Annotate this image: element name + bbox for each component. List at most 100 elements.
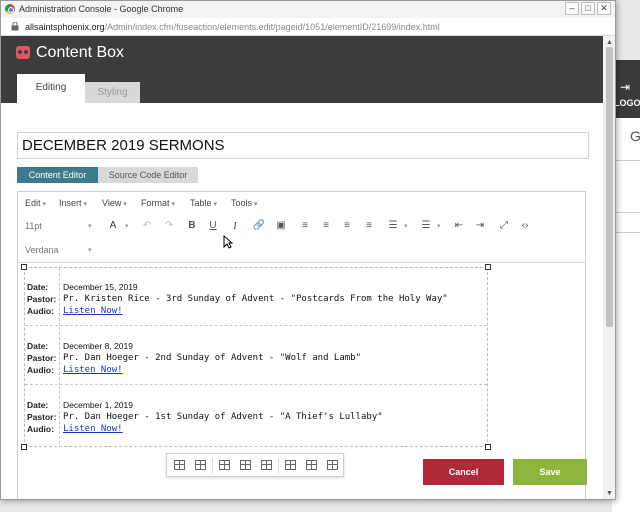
sermon-date: December 15, 2019 — [63, 282, 138, 292]
content-box-icon — [16, 46, 30, 59]
logout-icon[interactable]: ⇥ — [620, 80, 630, 94]
mouse-cursor-icon — [223, 235, 233, 249]
sermon-title: Pr. Dan Hoeger - 2nd Sunday of Advent - … — [63, 353, 362, 363]
delete-column-icon[interactable] — [327, 460, 338, 470]
save-button[interactable]: Save — [513, 459, 587, 485]
toolbar-divider — [278, 458, 279, 474]
cancel-button[interactable]: Cancel — [423, 459, 504, 485]
tab-editing[interactable]: Editing — [17, 74, 85, 103]
table-row[interactable]: Date: December 15, 2019 Pastor: Pr. Kris… — [25, 268, 487, 326]
chevron-down-icon[interactable]: ▾ — [88, 222, 92, 230]
chevron-down-icon[interactable]: ▾ — [88, 246, 92, 254]
pastor-label: Pastor: — [27, 294, 57, 304]
sermons-table[interactable]: Date: December 15, 2019 Pastor: Pr. Kris… — [24, 267, 488, 447]
align-center-icon[interactable]: ≡ — [319, 219, 333, 233]
page-title: Content Box — [36, 44, 125, 61]
numbered-list-icon[interactable]: ☰ — [419, 219, 433, 233]
source-code-editor-button[interactable]: Source Code Editor — [98, 167, 198, 183]
insert-row-after-icon[interactable] — [240, 460, 251, 470]
delete-row-icon[interactable] — [261, 460, 272, 470]
sermon-date: December 1, 2019 — [63, 400, 133, 410]
listen-now-link[interactable]: Listen Now! — [63, 423, 123, 435]
tab-styling[interactable]: Styling — [85, 82, 140, 103]
align-right-icon[interactable]: ≡ — [340, 219, 354, 233]
font-size-select[interactable]: 11pt — [25, 221, 42, 231]
menu-format[interactable]: Format — [141, 198, 175, 208]
resize-handle[interactable] — [21, 444, 27, 450]
lock-icon — [11, 22, 19, 31]
maximize-icon[interactable]: □ — [581, 2, 595, 15]
background-divider — [612, 212, 640, 213]
window-titlebar[interactable]: Administration Console - Google Chrome –… — [1, 1, 615, 18]
logout-link[interactable]: LOGOUT — [614, 98, 640, 108]
background-divider — [612, 232, 640, 233]
chevron-down-icon[interactable]: ▾ — [404, 222, 408, 230]
content-editor-button[interactable]: Content Editor — [17, 167, 98, 183]
listen-now-link[interactable]: Listen Now! — [63, 364, 123, 376]
audio-label: Audio: — [27, 424, 54, 434]
undo-icon[interactable]: ↶ — [140, 219, 154, 233]
delete-table-icon[interactable] — [195, 460, 206, 470]
pastor-label: Pastor: — [27, 353, 57, 363]
resize-handle[interactable] — [485, 444, 491, 450]
italic-icon[interactable]: I — [228, 219, 242, 233]
indent-icon[interactable]: ⇥ — [473, 219, 487, 233]
audio-label: Audio: — [27, 306, 54, 316]
scroll-down-icon[interactable]: ▼ — [606, 490, 613, 497]
link-icon[interactable]: 🔗 — [252, 219, 266, 233]
menu-insert[interactable]: Insert — [59, 198, 87, 208]
pastor-label: Pastor: — [27, 412, 57, 422]
table-row[interactable]: Date: December 8, 2019 Pastor: Pr. Dan H… — [25, 327, 487, 385]
chevron-down-icon[interactable]: ▾ — [437, 222, 441, 230]
date-label: Date: — [27, 400, 49, 410]
align-justify-icon[interactable]: ≡ — [362, 219, 376, 233]
source-code-icon[interactable]: ‹› — [518, 219, 532, 233]
table-row[interactable]: Date: December 1, 2019 Pastor: Pr. Dan H… — [25, 386, 487, 444]
date-label: Date: — [27, 341, 49, 351]
editor-toolbar-secondary: Verdana ▾ — [18, 238, 585, 263]
fullscreen-icon[interactable]: ⤢ — [497, 219, 511, 233]
scrollbar-thumb[interactable] — [606, 47, 613, 327]
sermon-title: Pr. Dan Hoeger - 1st Sunday of Advent - … — [63, 412, 383, 422]
menu-tools[interactable]: Tools — [231, 198, 257, 208]
insert-column-before-icon[interactable] — [285, 460, 296, 470]
address-bar[interactable]: allsaintsphoenix.org/Admin/index.cfm/fus… — [1, 18, 615, 36]
window-title: Administration Console - Google Chrome — [19, 4, 184, 14]
editor-toolbar: 11pt ▾ A ▾ ↶ ↷ B U I 🔗 ▣ ≡ ≡ ≡ ≡ ☰ ▾ ☰ ▾… — [18, 215, 585, 237]
background-page — [612, 118, 640, 512]
sermon-title: Pr. Kristen Rice - 3rd Sunday of Advent … — [63, 294, 448, 304]
title-input[interactable] — [17, 132, 589, 159]
background-divider — [612, 160, 640, 161]
content-box-header: Content Box Editing Styling — [1, 36, 603, 103]
resize-handle[interactable] — [485, 264, 491, 270]
listen-now-link[interactable]: Listen Now! — [63, 305, 123, 317]
background-partial-text: G — [630, 128, 640, 144]
audio-label: Audio: — [27, 365, 54, 375]
font-family-select[interactable]: Verdana — [25, 245, 59, 255]
resize-handle[interactable] — [21, 264, 27, 270]
image-icon[interactable]: ▣ — [274, 219, 288, 233]
popup-window: Administration Console - Google Chrome –… — [0, 0, 616, 500]
menu-view[interactable]: View — [102, 198, 127, 208]
insert-row-before-icon[interactable] — [219, 460, 230, 470]
menu-table[interactable]: Table — [190, 198, 217, 208]
table-properties-icon[interactable] — [174, 460, 185, 470]
underline-icon[interactable]: U — [206, 219, 220, 233]
redo-icon[interactable]: ↷ — [162, 219, 176, 233]
text-color-button[interactable]: A — [106, 219, 120, 233]
scroll-up-icon[interactable]: ▲ — [606, 39, 613, 46]
close-icon[interactable]: ✕ — [597, 2, 611, 15]
bold-icon[interactable]: B — [185, 219, 199, 233]
chevron-down-icon[interactable]: ▾ — [125, 222, 129, 230]
bullet-list-icon[interactable]: ☰ — [386, 219, 400, 233]
outdent-icon[interactable]: ⇤ — [452, 219, 466, 233]
url-text[interactable]: allsaintsphoenix.org/Admin/index.cfm/fus… — [25, 22, 440, 32]
minimize-icon[interactable]: – — [565, 2, 579, 15]
insert-column-after-icon[interactable] — [306, 460, 317, 470]
toolbar-divider — [212, 458, 213, 474]
menu-edit[interactable]: Edit — [25, 198, 46, 208]
date-label: Date: — [27, 282, 49, 292]
editor-menubar: Edit Insert View Format Table Tools — [18, 192, 585, 214]
align-left-icon[interactable]: ≡ — [298, 219, 312, 233]
chrome-logo-icon — [5, 4, 15, 14]
